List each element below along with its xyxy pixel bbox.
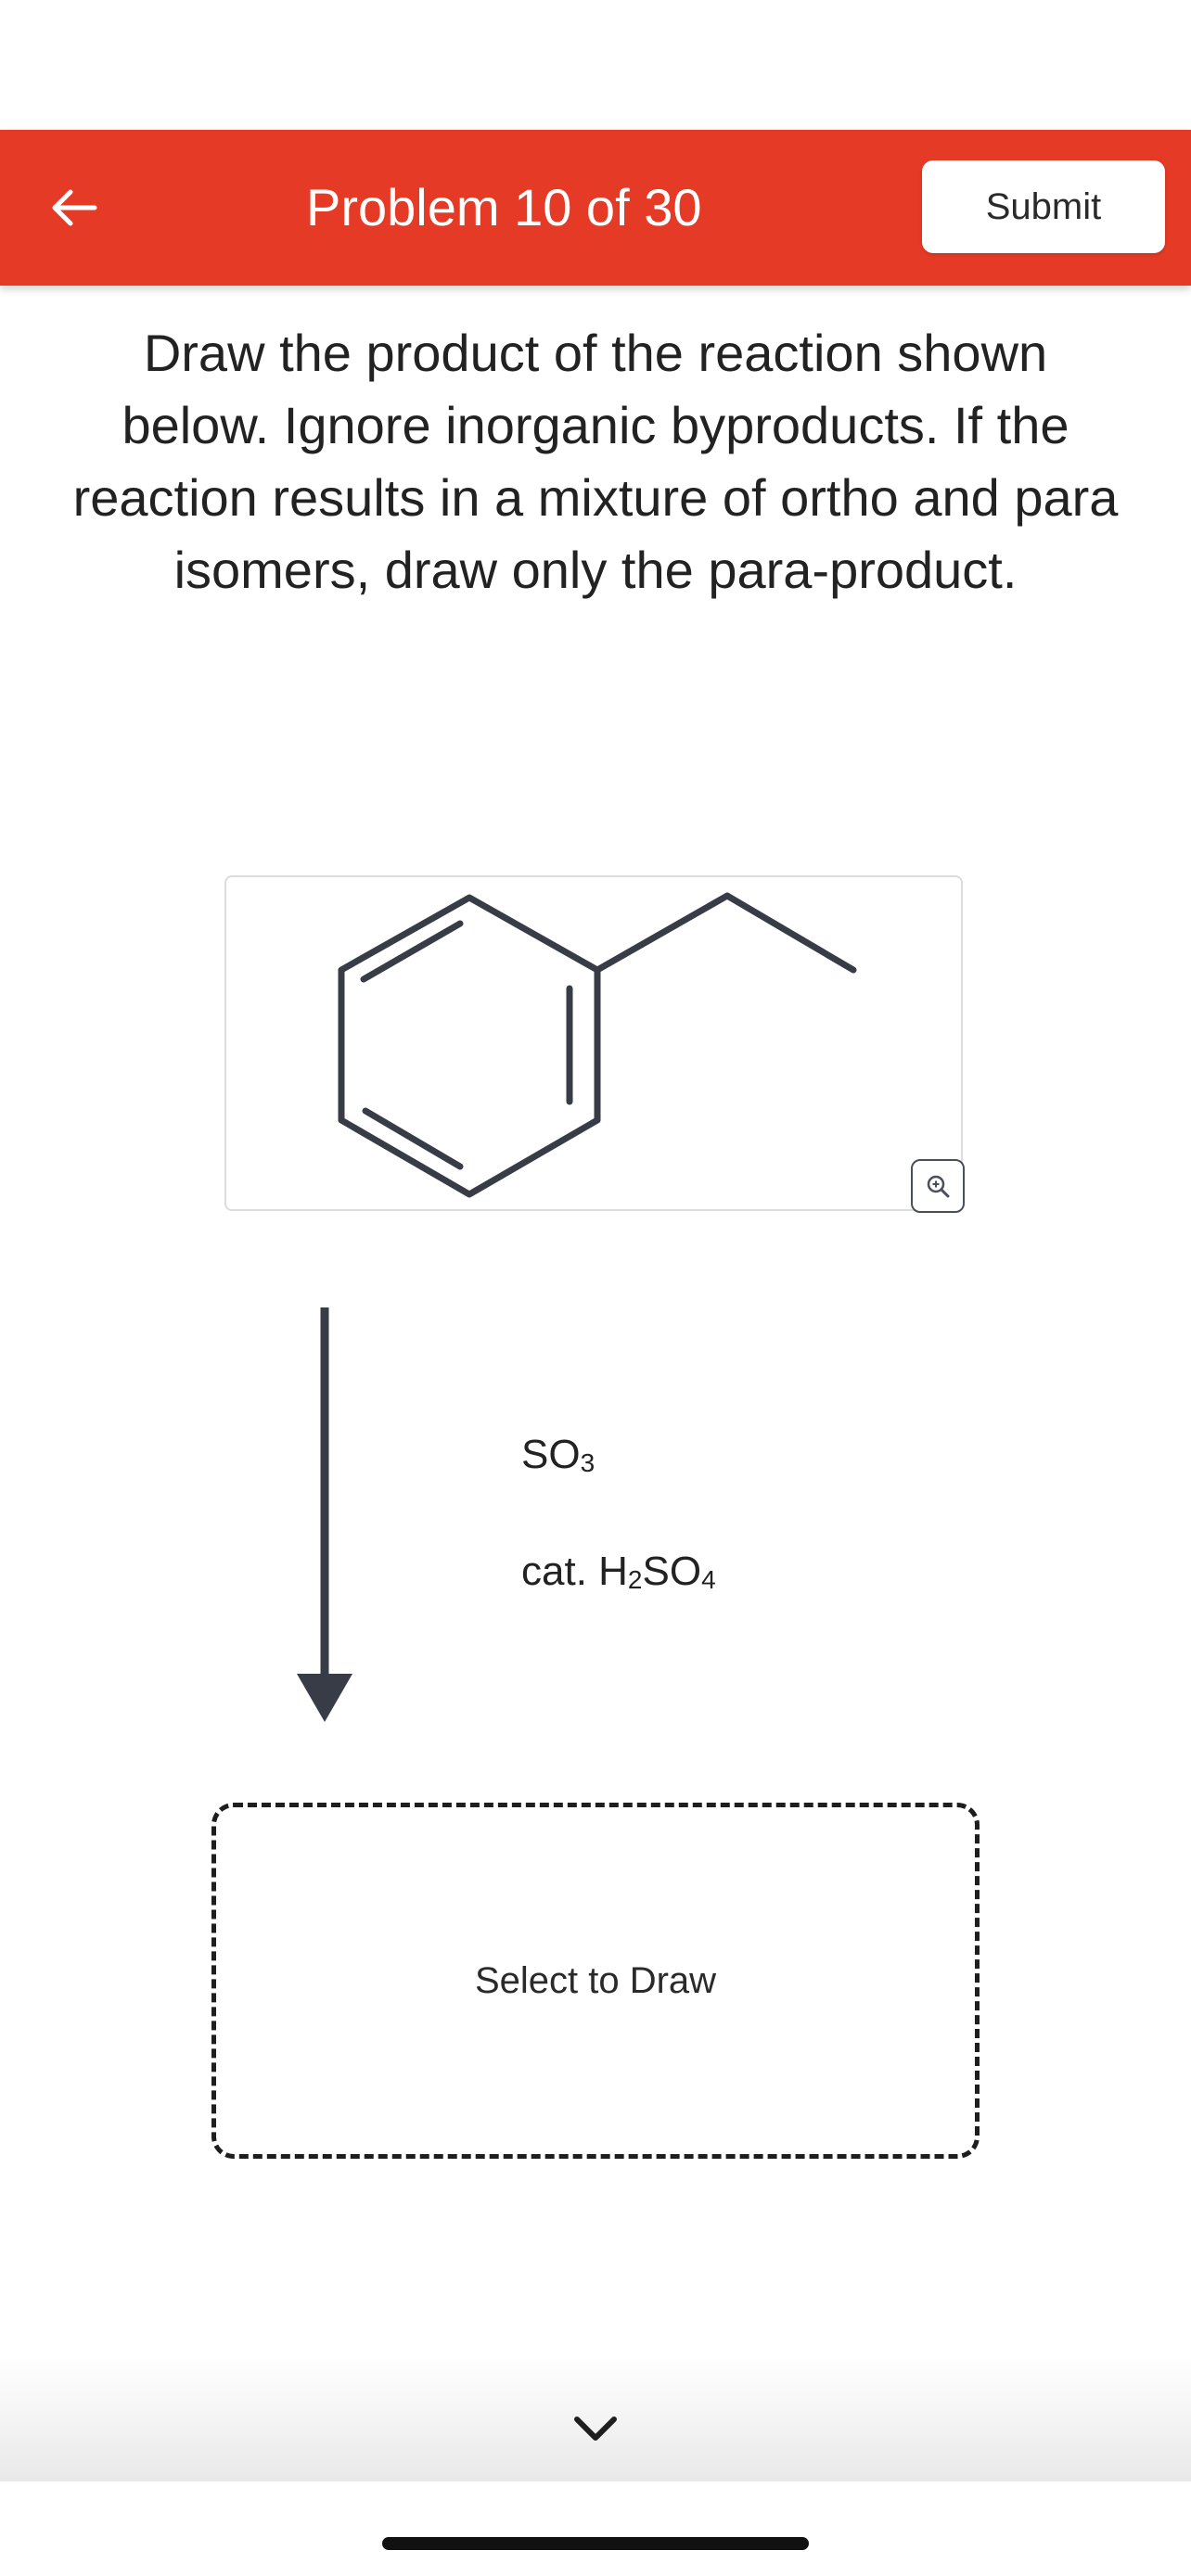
product-draw-area[interactable]: Select to Draw bbox=[211, 1803, 980, 2159]
reagent-2-subscript-2: 4 bbox=[701, 1565, 716, 1594]
zoom-button[interactable] bbox=[911, 1159, 965, 1213]
draw-area-label: Select to Draw bbox=[474, 1959, 717, 2001]
reactant-structure-box bbox=[224, 875, 963, 1211]
header-title: Problem 10 of 30 bbox=[306, 178, 702, 236]
reagent-1-base: SO bbox=[521, 1432, 581, 1477]
arrow-left-icon bbox=[52, 189, 97, 226]
home-indicator bbox=[382, 2537, 809, 2550]
problem-header: Problem 10 of 30 Submit bbox=[0, 130, 1191, 286]
chevron-down-icon bbox=[574, 2417, 617, 2441]
question-prompt: Draw the product of the reaction shown b… bbox=[72, 324, 1119, 599]
back-button[interactable] bbox=[37, 171, 111, 245]
expand-button[interactable] bbox=[558, 2396, 633, 2461]
reaction-arrow bbox=[297, 1307, 352, 1722]
reagent-2-mid: SO bbox=[642, 1549, 702, 1594]
reagent-so3: SO3 bbox=[521, 1432, 595, 1478]
submit-button[interactable]: Submit bbox=[922, 160, 1165, 253]
reagent-2-prefix: cat. H bbox=[521, 1549, 628, 1594]
reagent-catalyst: cat. H2SO4 bbox=[521, 1549, 716, 1595]
problem-page: Problem 10 of 30 Submit Draw the product… bbox=[0, 0, 1191, 2576]
reagent-2-subscript-1: 2 bbox=[627, 1565, 643, 1594]
ethylbenzene-structure bbox=[338, 892, 857, 1198]
reagent-1-subscript: 3 bbox=[580, 1448, 596, 1477]
zoom-in-icon bbox=[927, 1175, 950, 1198]
